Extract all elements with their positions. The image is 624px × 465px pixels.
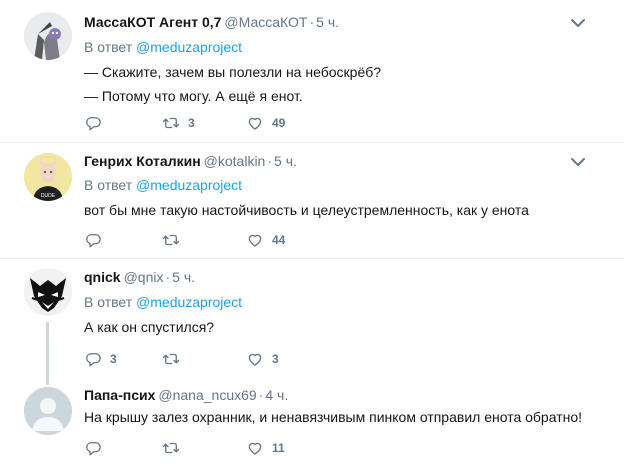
author-handle[interactable]: @kotalkin bbox=[204, 153, 266, 169]
avatar[interactable] bbox=[24, 268, 72, 316]
author-handle[interactable]: @МассаКОТ bbox=[224, 14, 307, 30]
tweet-actions: 44 bbox=[84, 231, 484, 251]
tweet-actions: 3 3 bbox=[84, 350, 484, 370]
tweet-text: — Скажите, зачем вы полезли на небоскрёб… bbox=[84, 60, 381, 108]
avatar-image: DUDE bbox=[24, 153, 72, 201]
author-handle[interactable]: @nana_ncux69 bbox=[158, 387, 256, 403]
retweet-icon bbox=[162, 350, 180, 368]
reply-button[interactable]: 3 bbox=[84, 350, 117, 368]
author-name[interactable]: МассаКОТ Агент 0,7 bbox=[84, 14, 221, 30]
reply-context: В ответ @meduzaproject bbox=[84, 39, 242, 55]
tweet-2[interactable]: DUDE Генрих Коталкин @kotalkin · 5 ч. В отв… bbox=[0, 143, 624, 258]
retweet-icon bbox=[162, 114, 180, 132]
retweet-button[interactable] bbox=[162, 439, 188, 457]
author-name[interactable]: qnick bbox=[84, 269, 121, 285]
like-button[interactable]: 11 bbox=[246, 439, 285, 457]
reply-button[interactable] bbox=[84, 439, 110, 457]
retweet-icon bbox=[162, 231, 180, 249]
avatar-shirt-text: DUDE bbox=[41, 193, 56, 199]
like-count: 49 bbox=[272, 116, 286, 130]
tweet-text: На крышу залез охранник, и ненавязчивым … bbox=[84, 405, 582, 429]
retweet-button[interactable] bbox=[162, 350, 188, 368]
reply-context: В ответ @meduzaproject bbox=[84, 177, 242, 193]
retweet-button[interactable]: 3 bbox=[162, 114, 195, 132]
chevron-down-icon[interactable] bbox=[571, 18, 585, 28]
separator-dot: · bbox=[267, 153, 273, 169]
tweet-1[interactable]: МассаКОТ Агент 0,7 @МассаКОТ · 5 ч. В ответ… bbox=[0, 0, 624, 142]
reply-icon bbox=[84, 231, 102, 249]
like-icon bbox=[246, 350, 264, 368]
separator-dot: · bbox=[165, 269, 171, 285]
avatar[interactable] bbox=[24, 12, 72, 60]
timestamp[interactable]: 5 ч. bbox=[316, 14, 339, 30]
author-name[interactable]: Папа-псих bbox=[84, 387, 155, 403]
timestamp[interactable]: 5 ч. bbox=[274, 153, 297, 169]
reply-button[interactable] bbox=[84, 231, 110, 249]
timestamp[interactable]: 4 ч. bbox=[265, 387, 288, 403]
like-count: 3 bbox=[272, 352, 279, 366]
reply-button[interactable] bbox=[84, 114, 110, 132]
author-name[interactable]: Генрих Коталкин bbox=[84, 153, 201, 169]
chevron-down-icon[interactable] bbox=[571, 157, 585, 167]
tweet-text: вот бы мне такую настойчивость и целеуст… bbox=[84, 198, 529, 222]
tweet-actions: 11 bbox=[84, 439, 484, 459]
like-button[interactable]: 49 bbox=[246, 114, 285, 132]
author-handle[interactable]: @qnix bbox=[124, 269, 164, 285]
reply-context: В ответ @meduzaproject bbox=[84, 294, 242, 310]
reply-prefix: В ответ bbox=[84, 294, 133, 310]
reply-icon bbox=[84, 350, 102, 368]
tweet-text-line: — Потому что могу. А ещё я енот. bbox=[84, 88, 303, 104]
like-button[interactable]: 3 bbox=[246, 350, 279, 368]
thread-connector bbox=[46, 322, 49, 385]
tweet-text-line: — Скажите, зачем вы полезли на небоскрёб… bbox=[84, 64, 382, 80]
reply-count: 3 bbox=[110, 352, 117, 366]
tweet-text-line: А как он спустился? bbox=[84, 319, 215, 335]
avatar[interactable]: DUDE bbox=[24, 153, 72, 201]
avatar-image bbox=[24, 268, 72, 316]
reply-icon bbox=[84, 114, 102, 132]
separator-dot: · bbox=[258, 387, 264, 403]
avatar-image bbox=[24, 12, 72, 60]
tweet-text-line: На крышу залез охранник, и ненавязчивым … bbox=[84, 409, 583, 425]
reply-prefix: В ответ bbox=[84, 177, 133, 193]
tweet-text-line: вот бы мне такую настойчивость и целеуст… bbox=[84, 202, 529, 218]
tweet-4[interactable]: Папа-псих @nana_ncux69 · 4 ч. На крышу зале… bbox=[0, 379, 624, 465]
like-count: 11 bbox=[272, 441, 285, 455]
retweet-icon bbox=[162, 439, 180, 457]
retweet-count: 3 bbox=[188, 116, 195, 130]
like-count: 44 bbox=[272, 233, 286, 247]
reply-prefix: В ответ bbox=[84, 39, 133, 55]
like-icon bbox=[246, 439, 264, 457]
reply-mention[interactable]: @meduzaproject bbox=[136, 177, 242, 193]
tweet-3[interactable]: qnick @qnix · 5 ч. В ответ @meduzaproject А… bbox=[0, 259, 624, 385]
reply-mention[interactable]: @meduzaproject bbox=[136, 294, 242, 310]
separator-dot: · bbox=[309, 14, 315, 30]
retweet-button[interactable] bbox=[162, 231, 188, 249]
like-icon bbox=[246, 231, 264, 249]
tweet-text: А как он спустился? bbox=[84, 315, 214, 339]
default-avatar-icon bbox=[24, 387, 72, 435]
avatar[interactable] bbox=[24, 387, 72, 435]
reply-icon bbox=[84, 439, 102, 457]
reply-mention[interactable]: @meduzaproject bbox=[136, 39, 242, 55]
tweet-actions: 3 49 bbox=[84, 114, 484, 134]
like-icon bbox=[246, 114, 264, 132]
like-button[interactable]: 44 bbox=[246, 231, 285, 249]
timestamp[interactable]: 5 ч. bbox=[172, 269, 195, 285]
